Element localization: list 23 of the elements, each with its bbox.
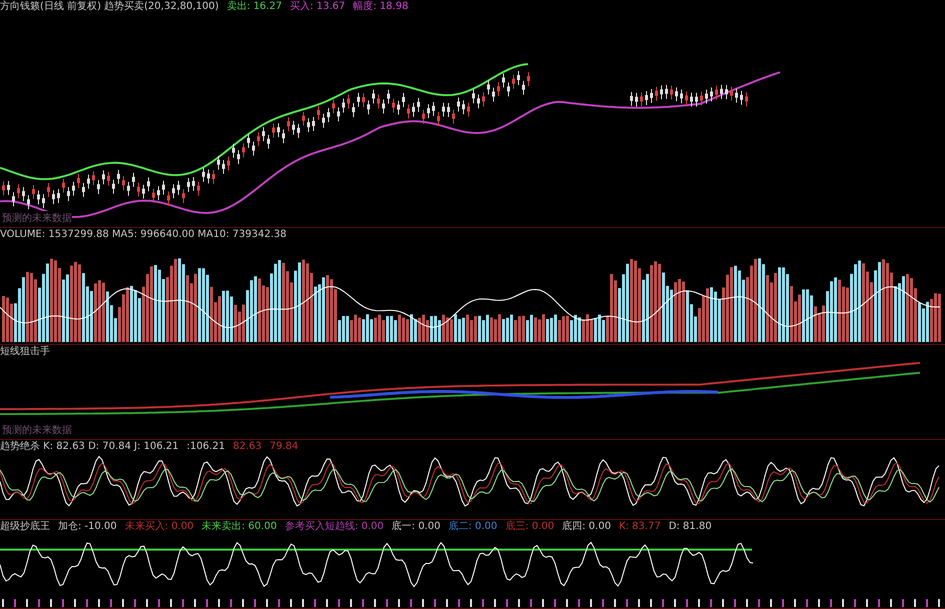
indicator-label: 底一: 0.00 <box>392 520 440 534</box>
indicator-label: 卖出: 16.27 <box>226 0 282 14</box>
indicator-label: :106.21 <box>186 440 225 454</box>
indicator-label: D: 81.80 <box>668 520 712 534</box>
indicator-label: 未来卖出: 60.00 <box>202 520 277 534</box>
indicator-label: 79.84 <box>270 440 298 454</box>
indicator-label: 底四: 0.00 <box>562 520 611 534</box>
indicator-label: 幅度: 18.98 <box>353 0 408 14</box>
indicator-label: 底二: 0.00 <box>448 520 498 534</box>
indicator-label: 买入: 13.67 <box>290 0 346 14</box>
indicator-label: 82.63 <box>233 440 262 454</box>
indicator-label: 趋势绝杀 K: 82.63 D: 70.84 J: 106.21 <box>0 440 179 454</box>
indicator-label: 超级抄底王 <box>0 520 50 534</box>
indicator-label: 短线狙击手 <box>0 345 50 359</box>
indicator-label: 方向钱籁(日线 前复权) 趋势买卖(20,32,80,100) <box>0 0 219 14</box>
indicator-label: K: 83.77 <box>618 520 661 534</box>
indicator-label: VOLUME: 1537299.88 MA5: 996640.00 MA10: 739342.38 <box>0 228 286 242</box>
indicator-label: 底三: 0.00 <box>505 520 554 534</box>
indicator-label: 加仓: -10.00 <box>58 520 117 534</box>
indicator-label: 参考买入短趋线: 0.00 <box>284 520 384 534</box>
indicator-label: 未来买入: 0.00 <box>124 520 194 534</box>
indicator-note: 预测的未来数据 <box>2 423 72 437</box>
indicator-note: 预测的未来数据 <box>2 211 72 225</box>
